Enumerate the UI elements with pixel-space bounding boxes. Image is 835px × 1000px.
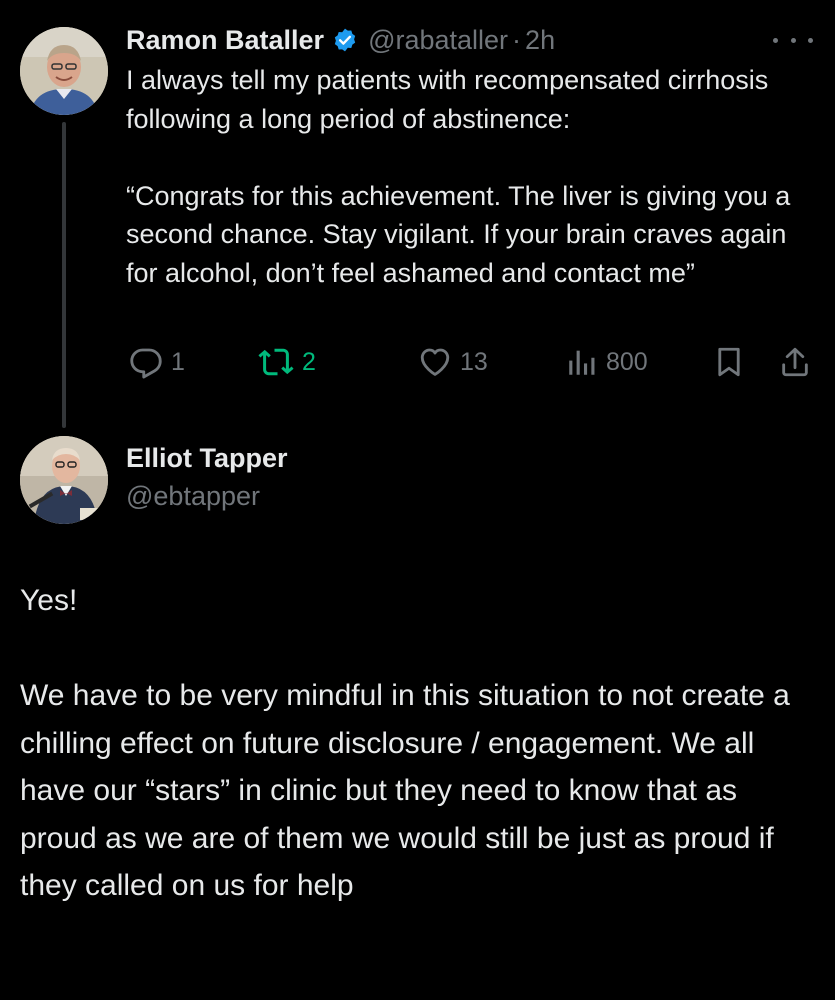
like-button[interactable]: 13: [417, 340, 488, 384]
tweet-header: Ramon Bataller @rabataller · 2h: [126, 22, 555, 58]
views-analytics-icon: [569, 350, 595, 375]
author-handle[interactable]: @rabataller: [368, 25, 508, 56]
reply-author-name[interactable]: Elliot Tapper: [126, 443, 288, 474]
reply-body: Yes! We have to be very mindful in this …: [20, 577, 820, 910]
verified-badge-icon: [332, 27, 358, 53]
author-avatar[interactable]: [20, 27, 108, 115]
like-count: 13: [460, 347, 488, 376]
reply-paragraph: Yes!: [20, 584, 78, 617]
tweet-paragraph: “Congrats for this achievement. The live…: [126, 180, 791, 288]
heart-icon: [420, 348, 450, 376]
more-options-icon[interactable]: [773, 30, 813, 50]
reply-author-avatar[interactable]: [20, 436, 108, 524]
separator-dot: ·: [512, 24, 522, 55]
avatar-photo-icon: [20, 436, 108, 524]
bookmark-button[interactable]: [712, 340, 746, 384]
reply-button[interactable]: 1: [128, 340, 185, 384]
author-name[interactable]: Ramon Bataller: [126, 25, 324, 56]
views-count: 800: [606, 347, 648, 376]
timestamp[interactable]: 2h: [525, 25, 555, 56]
reply-author-handle[interactable]: @ebtapper: [126, 481, 260, 512]
tweet-action-bar: 1 2 13 800: [126, 340, 816, 384]
retweet-button[interactable]: 2: [257, 340, 316, 384]
thread-connector-line: [62, 122, 66, 428]
reply-icon: [130, 348, 162, 379]
tweet-paragraph: I always tell my patients with recompens…: [126, 65, 769, 134]
bookmark-icon: [718, 347, 740, 377]
tweet-body: I always tell my patients with recompens…: [126, 61, 816, 292]
views-button[interactable]: 800: [565, 340, 648, 384]
retweet-count: 2: [302, 347, 316, 376]
retweet-icon: [258, 348, 294, 376]
avatar-photo-icon: [20, 27, 108, 115]
share-icon: [782, 347, 808, 377]
share-button[interactable]: [778, 340, 812, 384]
reply-paragraph: We have to be very mindful in this situa…: [20, 679, 790, 902]
reply-count: 1: [171, 347, 185, 376]
